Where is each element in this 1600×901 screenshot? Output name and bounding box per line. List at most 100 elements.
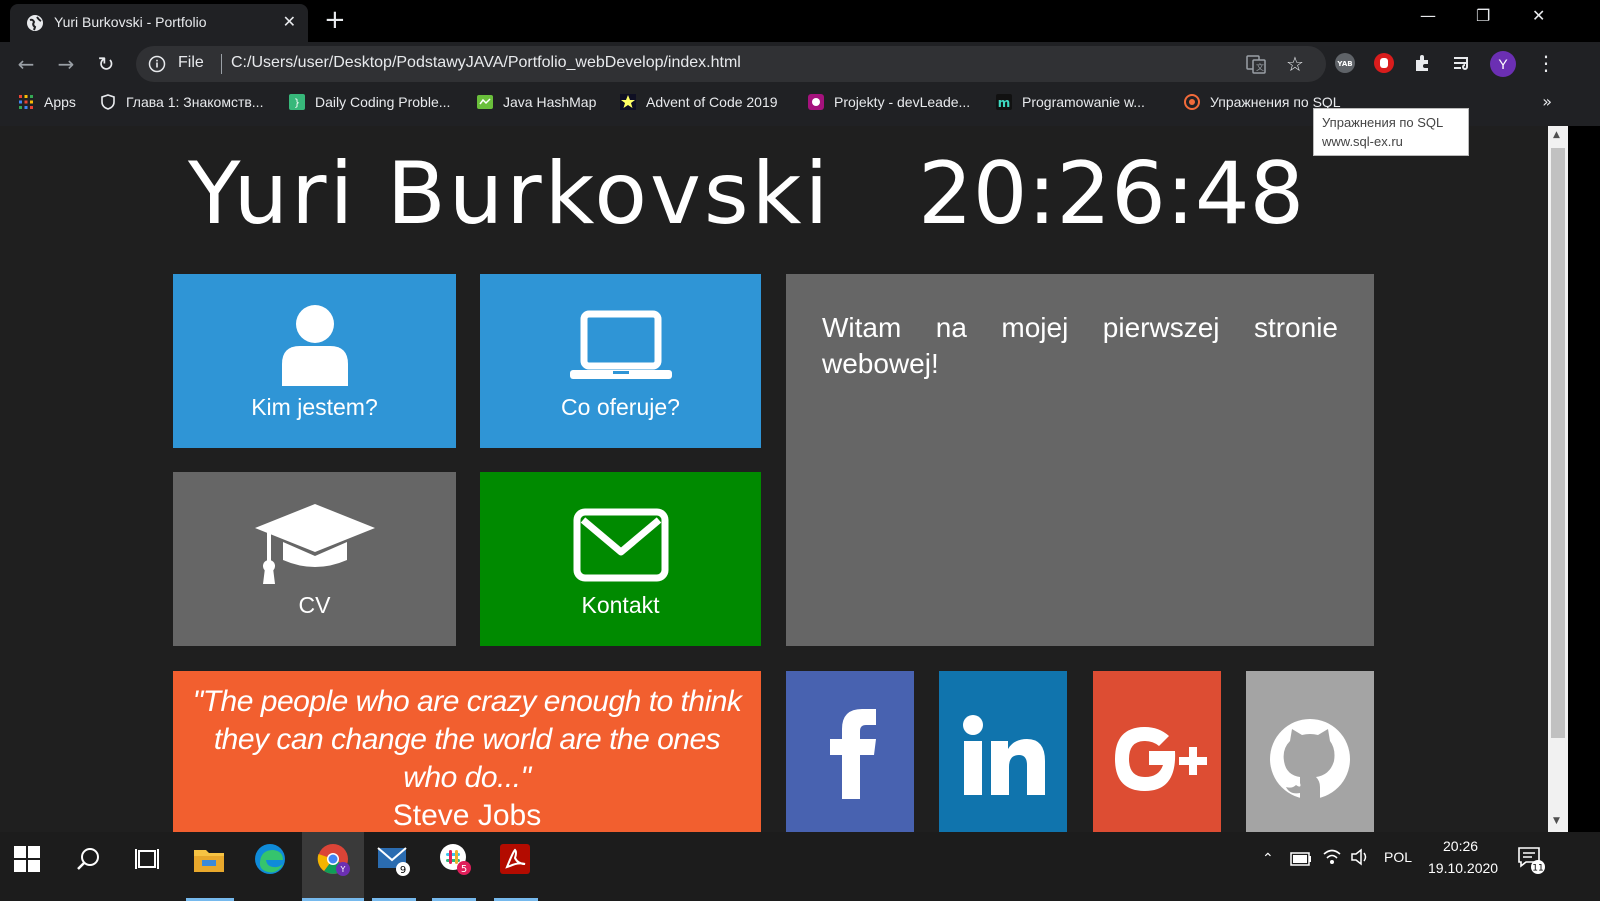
bookmarks-overflow-icon[interactable]: »: [1542, 92, 1552, 111]
file-explorer-icon[interactable]: [192, 842, 226, 876]
tile-cv-label: CV: [298, 592, 331, 618]
yab-extension-icon[interactable]: YAB: [1334, 52, 1356, 74]
notification-center-icon[interactable]: 11: [1516, 844, 1546, 874]
googleplus-icon: [1115, 727, 1207, 791]
mail-icon[interactable]: 9: [376, 842, 410, 876]
user-icon: [281, 305, 348, 386]
input-language[interactable]: POL: [1384, 849, 1412, 865]
quote-text: "The people who are crazy enough to thin…: [192, 685, 742, 794]
address-url[interactable]: C:/Users/user/Desktop/PodstawyJAVA/Portf…: [231, 54, 741, 72]
acrobat-icon[interactable]: [498, 842, 532, 876]
facebook-icon: [830, 709, 876, 799]
svg-text:11: 11: [1532, 864, 1543, 874]
shield-icon: [101, 94, 115, 110]
bookmark-label: Глава 1: Знакомств...: [126, 94, 264, 110]
star-icon: [620, 94, 636, 110]
info-icon[interactable]: [148, 55, 166, 73]
welcome-text: Witam na mojej pierwszej stronie webowej…: [822, 312, 1338, 379]
windows-taskbar: Y 9 5 ⌃ POL 20:26 19.10.2020 11: [0, 832, 1600, 901]
welcome-panel: Witam na mojej pierwszej stronie webowej…: [786, 274, 1374, 646]
profile-avatar[interactable]: Y: [1490, 51, 1516, 77]
tile-about-label: Kim jestem?: [251, 394, 378, 420]
task-view-icon[interactable]: [134, 846, 160, 872]
bookmark-label: Projekty - devLeade...: [834, 94, 971, 110]
scroll-up-icon[interactable]: ▲: [1553, 130, 1560, 140]
bookmark-java-hashmap[interactable]: Java HashMap: [477, 94, 596, 116]
chrome-taskbar-active[interactable]: Y: [302, 832, 364, 901]
svg-text:YAB: YAB: [1336, 60, 1352, 68]
bookmark-tooltip: Упражнения по SQL www.sql-ex.ru: [1313, 108, 1469, 156]
programowanie-icon: m: [996, 94, 1012, 110]
translate-icon[interactable]: 文: [1246, 54, 1266, 74]
graduation-cap-icon: [254, 504, 375, 584]
back-arrow-icon[interactable]: ←: [14, 52, 38, 76]
svg-text:m: m: [998, 96, 1011, 110]
live-clock: 20:26:48: [918, 144, 1305, 244]
svg-text:}: }: [294, 98, 300, 109]
tile-cv[interactable]: CV: [173, 472, 456, 646]
bookmark-apps[interactable]: Apps: [18, 94, 76, 116]
scroll-down-icon[interactable]: ▼: [1553, 816, 1560, 826]
tile-about[interactable]: Kim jestem?: [173, 274, 456, 448]
bookmark-star-icon[interactable]: ☆: [1286, 54, 1306, 74]
scroll-thumb[interactable]: [1551, 148, 1565, 738]
devleader-icon: [808, 94, 824, 110]
facebook-tile[interactable]: [786, 671, 914, 832]
daily-coding-icon: }: [289, 94, 305, 110]
forward-arrow-icon[interactable]: →: [54, 52, 78, 76]
tab-title: Yuri Burkovski - Portfolio: [54, 14, 207, 30]
sql-icon: [1184, 94, 1200, 110]
tile-offer-label: Co oferuje?: [561, 394, 680, 420]
svg-text:5: 5: [461, 864, 467, 875]
windows-start-icon[interactable]: [14, 846, 40, 872]
wifi-icon[interactable]: [1322, 848, 1342, 866]
tray-time[interactable]: 20:26: [1443, 838, 1478, 854]
quote-author: Steve Jobs: [392, 799, 542, 832]
restore-icon[interactable]: ❐: [1476, 6, 1490, 25]
bookmark-daily-coding[interactable]: } Daily Coding Proble...: [289, 94, 450, 116]
linkedin-tile[interactable]: [939, 671, 1067, 832]
bookmark-programowanie[interactable]: m Programowanie w...: [996, 94, 1145, 116]
adblock-hand-icon[interactable]: [1373, 52, 1395, 74]
slack-icon[interactable]: 5: [438, 842, 472, 876]
battery-icon[interactable]: [1290, 852, 1312, 866]
tab-strip: Yuri Burkovski - Portfolio ✕ + — ❐ ✕: [0, 0, 1600, 42]
menu-kebab-icon[interactable]: ⋮: [1536, 52, 1556, 74]
minimize-icon[interactable]: —: [1420, 6, 1436, 25]
search-icon[interactable]: [76, 846, 102, 872]
address-divider: [221, 54, 222, 74]
tab-close-icon[interactable]: ✕: [283, 12, 296, 31]
svg-text:Y: Y: [340, 865, 346, 874]
laptop-icon: [569, 310, 672, 379]
reload-icon[interactable]: ↻: [94, 52, 118, 76]
bookmark-projekty[interactable]: Projekty - devLeade...: [808, 94, 970, 116]
bookmark-advent-of-code[interactable]: Advent of Code 2019: [620, 94, 778, 116]
github-icon: [1270, 719, 1350, 799]
bookmark-label: Java HashMap: [503, 94, 597, 110]
browser-toolbar: ← → ↻ File C:/Users/user/Desktop/Podstaw…: [0, 42, 1600, 86]
envelope-icon: [573, 508, 668, 582]
chrome-icon: Y: [317, 844, 350, 876]
tab-portfolio[interactable]: Yuri Burkovski - Portfolio ✕: [10, 4, 308, 42]
apps-grid-icon: [19, 95, 33, 109]
volume-icon[interactable]: [1350, 848, 1370, 866]
extensions-puzzle-icon[interactable]: [1412, 52, 1434, 74]
github-tile[interactable]: [1246, 671, 1374, 832]
tile-contact[interactable]: Kontakt: [480, 472, 761, 646]
edge-icon[interactable]: [253, 842, 287, 876]
media-queue-icon[interactable]: [1451, 52, 1473, 74]
bookmark-label: Programowanie w...: [1022, 94, 1145, 110]
tile-offer[interactable]: Co oferuje?: [480, 274, 761, 448]
tile-contact-label: Kontakt: [581, 592, 660, 618]
address-bar[interactable]: File C:/Users/user/Desktop/PodstawyJAVA/…: [136, 46, 1326, 82]
bookmark-glava[interactable]: Глава 1: Знакомств...: [100, 94, 263, 116]
site-title: Yuri Burkovski: [188, 144, 832, 244]
new-tab-button[interactable]: +: [324, 6, 346, 34]
tray-date[interactable]: 19.10.2020: [1428, 860, 1498, 876]
googleplus-tile[interactable]: [1093, 671, 1221, 832]
tray-overflow-icon[interactable]: ⌃: [1262, 850, 1274, 867]
window-close-icon[interactable]: ✕: [1532, 6, 1545, 25]
page-scrollbar[interactable]: ▲ ▼: [1548, 126, 1568, 832]
address-scheme: File: [178, 54, 204, 71]
bookmark-label: Advent of Code 2019: [646, 94, 778, 110]
